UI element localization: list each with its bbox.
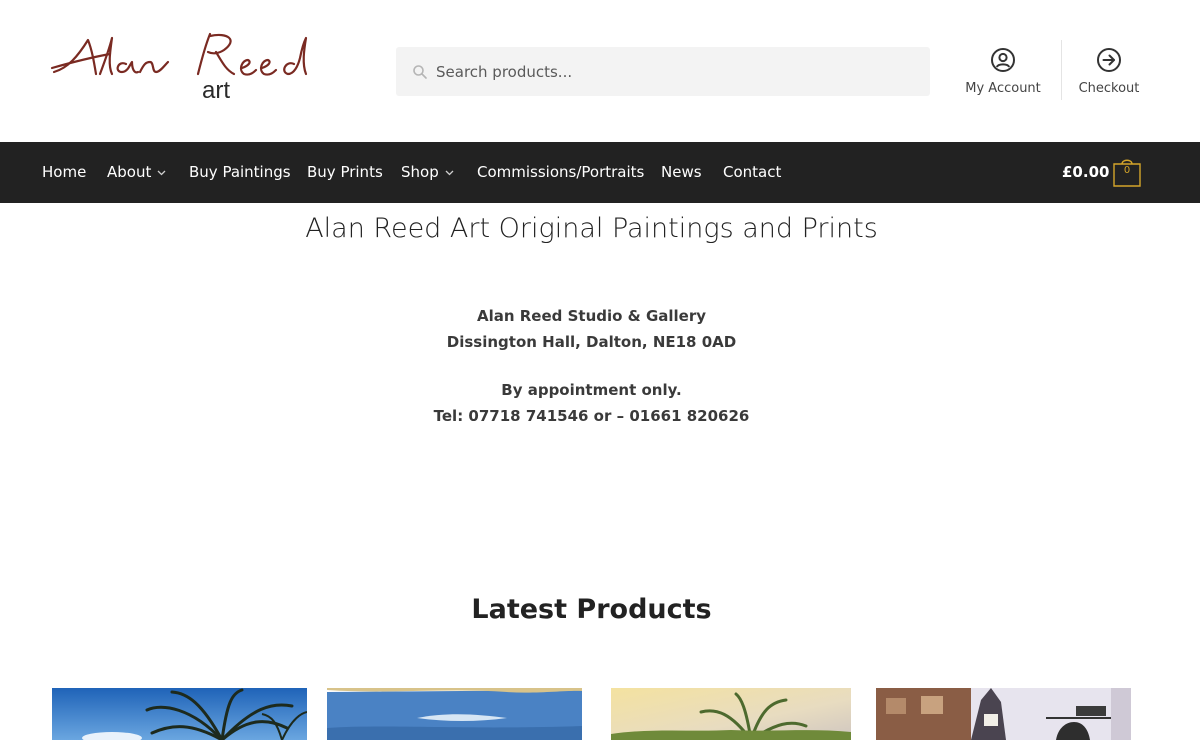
logo-subtitle: art xyxy=(202,77,231,104)
chevron-down-icon xyxy=(445,170,454,175)
nav-item-commissions[interactable]: Commissions/Portraits xyxy=(477,142,644,203)
appointment-note: By appointment only. xyxy=(501,381,682,399)
nav-item-home[interactable]: Home xyxy=(42,142,86,203)
product-thumbnail[interactable] xyxy=(876,688,1131,740)
page-title: Alan Reed Art Original Paintings and Pri… xyxy=(305,213,878,244)
nav-item-label: Contact xyxy=(723,163,782,181)
product-image-sunset-palms xyxy=(611,688,851,740)
cart-count: 0 xyxy=(1123,165,1131,176)
cart-total[interactable]: £0.00 xyxy=(1062,142,1109,203)
product-thumbnail[interactable] xyxy=(327,688,582,740)
site-logo[interactable]: art xyxy=(48,28,348,108)
nav-item-label: About xyxy=(107,163,152,181)
search-input[interactable] xyxy=(436,47,916,96)
account-icon xyxy=(991,48,1015,72)
site-header: art My Account Checkout xyxy=(0,0,1200,142)
my-account-label: My Account xyxy=(965,81,1041,96)
nav-item-about[interactable]: About xyxy=(107,142,166,203)
logo-script xyxy=(50,32,308,76)
product-image-street-scene xyxy=(876,688,1131,740)
nav-item-label: News xyxy=(661,163,702,181)
checkout-label: Checkout xyxy=(1078,81,1140,96)
product-image-seascape xyxy=(327,688,582,740)
primary-navigation: Home About Buy Paintings Buy Prints Shop… xyxy=(0,142,1200,203)
nav-item-shop[interactable]: Shop xyxy=(401,142,454,203)
nav-item-label: Commissions/Portraits xyxy=(477,163,645,181)
search-icon xyxy=(413,65,427,79)
product-thumbnail[interactable] xyxy=(52,688,307,740)
studio-address: Dissington Hall, Dalton, NE18 0AD xyxy=(446,333,737,351)
nav-item-label: Buy Prints xyxy=(307,163,383,181)
nav-item-label: Home xyxy=(42,163,87,181)
latest-products-heading: Latest Products xyxy=(471,594,712,625)
nav-item-label: Buy Paintings xyxy=(189,163,291,181)
product-search xyxy=(396,47,930,96)
checkout-icon xyxy=(1097,48,1121,72)
product-image-palms xyxy=(52,688,307,740)
nav-item-contact[interactable]: Contact xyxy=(723,142,781,203)
nav-item-label: Shop xyxy=(401,163,439,181)
product-thumbnail[interactable] xyxy=(611,688,851,740)
nav-item-buy-prints[interactable]: Buy Prints xyxy=(307,142,383,203)
my-account-link[interactable]: My Account xyxy=(953,47,1053,96)
phone-numbers: Tel: 07718 741546 or – 01661 820626 xyxy=(433,407,750,425)
nav-item-buy-paintings[interactable]: Buy Paintings xyxy=(189,142,291,203)
checkout-link[interactable]: Checkout xyxy=(1059,47,1159,96)
nav-item-news[interactable]: News xyxy=(661,142,702,203)
chevron-down-icon xyxy=(157,170,166,175)
studio-name: Alan Reed Studio & Gallery xyxy=(476,307,707,325)
